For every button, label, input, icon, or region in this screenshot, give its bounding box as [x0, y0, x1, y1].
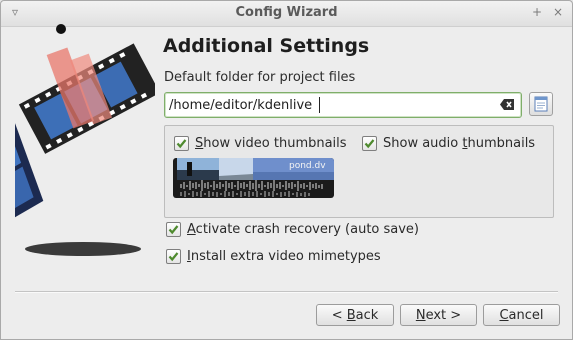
next-button[interactable]: Next >: [400, 304, 477, 326]
browse-folder-button[interactable]: [529, 92, 553, 116]
page-heading: Additional Settings: [163, 35, 370, 57]
cancel-button[interactable]: Cancel: [483, 304, 560, 326]
show-video-thumbnails-checkbox[interactable]: Show video thumbnails: [174, 136, 347, 151]
text-caret: [319, 97, 320, 113]
project-folder-label: Default folder for project files: [164, 70, 356, 85]
checkmark-icon: [176, 139, 187, 149]
crash-recovery-label: Activate crash recovery (auto save): [187, 222, 420, 237]
thumbnails-group: Show video thumbnails Show audio thumbna…: [164, 125, 554, 218]
clear-text-icon[interactable]: [500, 98, 515, 111]
crash-recovery-checkbox[interactable]: Activate crash recovery (auto save): [166, 222, 419, 237]
checkbox-box: [166, 249, 181, 264]
folder-open-icon: [534, 96, 548, 112]
window-title: Config Wizard: [235, 5, 338, 20]
back-button[interactable]: < Back: [316, 304, 394, 326]
button-separator: [15, 291, 558, 293]
config-wizard-window: ▿ Config Wizard + × Additional Settings …: [0, 0, 573, 340]
checkbox-box: [174, 136, 189, 151]
kdenlive-film-logo: [15, 24, 155, 256]
preview-caption: pond.dv: [289, 161, 326, 171]
extra-mimetypes-label: Install extra video mimetypes: [187, 249, 381, 264]
project-folder-field[interactable]: [164, 92, 522, 118]
extra-mimetypes-checkbox[interactable]: Install extra video mimetypes: [166, 249, 381, 264]
show-audio-thumbnails-label: Show audio thumbnails: [383, 136, 536, 151]
checkbox-box: [166, 222, 181, 237]
show-video-thumbnails-label: Show video thumbnails: [195, 136, 347, 151]
checkmark-icon: [168, 252, 179, 262]
checkbox-box: [362, 136, 377, 151]
checkmark-icon: [364, 139, 375, 149]
clip-thumbnail-image: pond.dv: [173, 158, 334, 198]
show-audio-thumbnails-checkbox[interactable]: Show audio thumbnails: [362, 136, 535, 151]
keep-above-icon[interactable]: +: [529, 4, 545, 20]
thumbnail-preview: pond.dv: [173, 158, 334, 198]
checkmark-icon: [168, 225, 179, 235]
project-folder-input[interactable]: [169, 96, 489, 114]
close-icon[interactable]: ×: [550, 4, 566, 20]
